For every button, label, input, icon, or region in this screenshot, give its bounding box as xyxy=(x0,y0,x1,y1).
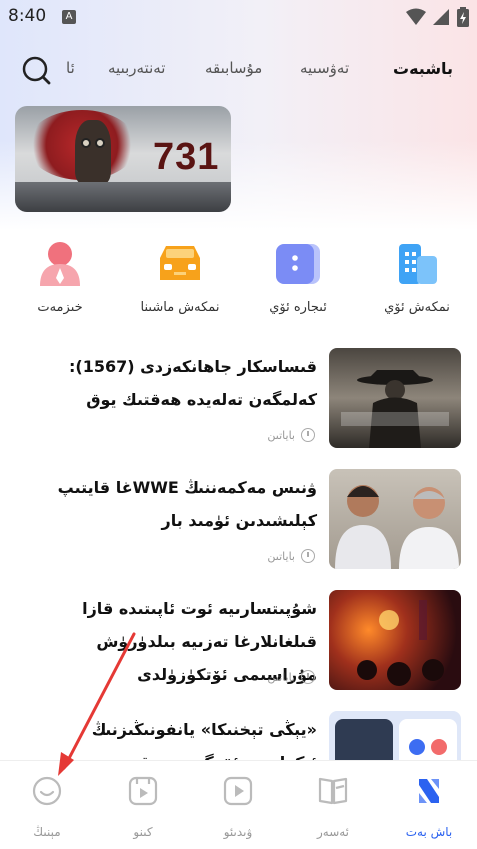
news-time: باياتىن xyxy=(267,549,295,563)
featured-banner[interactable]: 731 xyxy=(15,106,231,212)
annotation-arrow xyxy=(58,632,136,776)
tab-competition[interactable]: مۇسابىقە xyxy=(205,59,262,77)
nav-label: ئەسەر xyxy=(316,825,350,839)
clock-icon xyxy=(301,670,315,684)
quick-house-rent[interactable]: ئىجارە ئۆي xyxy=(248,238,348,315)
car-icon xyxy=(154,238,206,290)
tab-recommend[interactable]: تەۋسىيە xyxy=(300,59,349,77)
nav-movie[interactable]: كىنو xyxy=(103,775,183,839)
banner-city xyxy=(15,182,231,212)
news-title: ۋنىس مەكمەننىڭ WWEغا قايتىپ كېلىشىدىن ئۈ… xyxy=(57,478,317,530)
nav-home[interactable]: باش بەت xyxy=(389,775,469,839)
quick-house-sale[interactable]: نمكەش ئۆي xyxy=(367,238,467,315)
house-icon xyxy=(272,238,324,290)
news-thumbnail xyxy=(329,469,461,569)
news-meta: باياتىن xyxy=(267,549,315,563)
nav-label: كىنو xyxy=(133,825,153,839)
quick-label: خىزمەت xyxy=(37,300,83,315)
status-time: 8:40 xyxy=(8,6,47,26)
news-thumbnail xyxy=(329,590,461,690)
tab-sports[interactable]: تەنتەربىيە xyxy=(108,59,165,77)
news-item[interactable]: ۋنىس مەكمەننىڭ WWEغا قايتىپ كېلىشىدىن ئۈ… xyxy=(0,469,477,589)
nav-profile[interactable]: مېنىڭ xyxy=(7,775,87,839)
news-time: باياتىن xyxy=(267,670,295,684)
clock-icon xyxy=(301,428,315,442)
news-item[interactable]: قىساسكار جاھانكەزدى (1567): كەلمگەن تەلە… xyxy=(0,348,477,468)
banner-title: 731 xyxy=(153,136,220,178)
news-meta: باياتىن xyxy=(267,428,315,442)
nav-works[interactable]: ئەسەر xyxy=(293,775,373,839)
home-icon xyxy=(419,779,439,803)
tab-home[interactable]: باشبەت xyxy=(393,59,453,78)
news-thumbnail xyxy=(329,348,461,448)
quick-car-sale[interactable]: نمكەش ماشىنا xyxy=(130,238,230,315)
nav-label: مېنىڭ xyxy=(33,825,61,839)
quick-label: نمكەش ئۆي xyxy=(384,300,450,315)
news-title: قىساسكار جاھانكەزدى (1567): كەلمگەن تەلە… xyxy=(69,357,317,409)
quick-jobs[interactable]: خىزمەت xyxy=(10,238,110,315)
nav-label: باش بەت xyxy=(405,825,453,839)
news-time: باياتىن xyxy=(267,428,295,442)
nav-video[interactable]: ۋىدىئو xyxy=(198,775,278,839)
banner-eye xyxy=(81,138,91,148)
quick-label: ئىجارە ئۆي xyxy=(269,300,327,315)
nav-label: ۋىدىئو xyxy=(223,825,253,839)
book-icon xyxy=(318,777,348,805)
quick-label: نمكەش ماشىنا xyxy=(140,300,220,315)
tab-partial[interactable]: ئا xyxy=(66,59,75,77)
battery-icon xyxy=(457,7,469,27)
search-icon[interactable] xyxy=(20,55,52,87)
person-icon xyxy=(34,238,86,290)
news-meta: باياتىن xyxy=(267,670,315,684)
banner-eye xyxy=(95,138,105,148)
banner-figure xyxy=(75,120,111,184)
signal-icon xyxy=(433,9,449,25)
video-icon xyxy=(223,776,253,806)
status-bar: 8:40 A xyxy=(0,0,477,34)
building-icon xyxy=(391,238,443,290)
notification-icon: A xyxy=(62,10,76,24)
category-tabs: ئا تەنتەربىيە مۇسابىقە تەۋسىيە باشبەت xyxy=(0,55,477,85)
clock-icon xyxy=(301,549,315,563)
wifi-icon xyxy=(406,8,426,25)
